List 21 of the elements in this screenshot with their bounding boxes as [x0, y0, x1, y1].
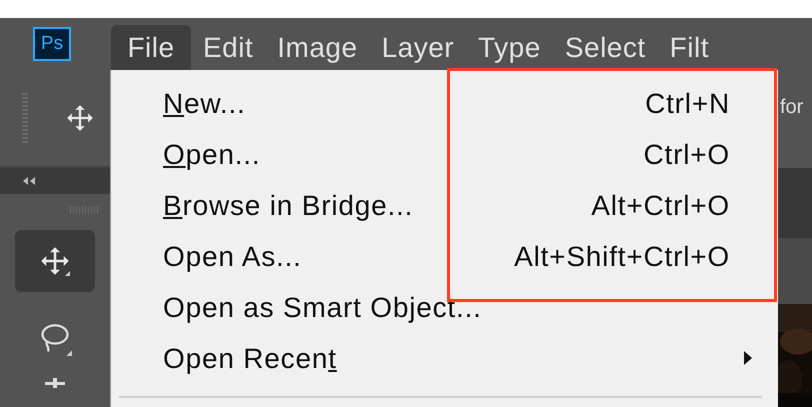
move-tool-button[interactable]: [15, 230, 95, 292]
options-label: for: [780, 96, 804, 118]
menu-entry[interactable]: Open as Smart Object...: [111, 282, 778, 333]
ruler: [778, 238, 812, 304]
menu-item[interactable]: Filt: [658, 25, 721, 70]
submenu-arrow-icon: [744, 351, 752, 365]
menu-entry[interactable]: Browse in Bridge... Alt+Ctrl+O: [111, 180, 778, 231]
move-icon[interactable]: [66, 104, 94, 132]
menu-entry[interactable]: New... Ctrl+N: [111, 78, 778, 129]
menu-item[interactable]: File: [111, 25, 191, 70]
menu-entry[interactable]: Open... Ctrl+O: [111, 129, 778, 180]
menu-item[interactable]: Select: [552, 25, 658, 70]
move-icon: [40, 246, 70, 276]
collapse-icon[interactable]: [22, 177, 36, 185]
menu-item[interactable]: Edit: [191, 25, 266, 70]
menu-entry[interactable]: Open As... Alt+Shift+Ctrl+O: [111, 231, 778, 282]
menu-item[interactable]: Type: [466, 25, 553, 70]
menu-entry[interactable]: Open Recent: [111, 333, 778, 384]
menu-item[interactable]: Image: [265, 25, 370, 70]
menu-item[interactable]: Layer: [370, 25, 466, 70]
app-logo: Ps: [33, 27, 71, 61]
